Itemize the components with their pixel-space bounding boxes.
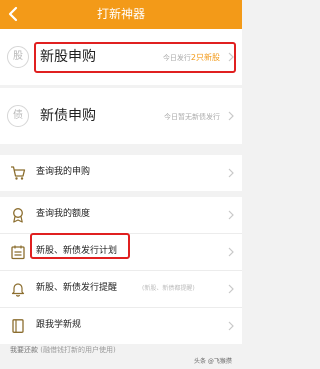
learn-rules-row[interactable]: 跟我学新规: [0, 308, 242, 344]
chevron-right-icon: [228, 321, 234, 331]
calendar-icon: [11, 245, 25, 260]
chevron-right-icon: [228, 247, 234, 257]
highlight-box-new-stock: [34, 42, 236, 73]
bond-icon: 债: [7, 105, 29, 127]
new-bond-subscription-row[interactable]: 债 新债申购 今日暂无新债发行: [0, 88, 242, 144]
query-my-subscriptions-row[interactable]: 查询我的申购: [0, 155, 242, 191]
watermark: 头条 @飞猴攒: [194, 358, 232, 365]
top-bar: 打新神器: [0, 0, 242, 29]
medal-icon: [13, 208, 23, 223]
learn-rules-label: 跟我学新规: [36, 320, 82, 330]
chevron-right-icon: [228, 284, 234, 294]
chevron-right-icon: [228, 210, 234, 220]
cart-icon: [11, 166, 26, 180]
issue-reminder-note: (新股、新债都提醒): [142, 285, 195, 292]
new-bond-subscription-label: 新债申购: [40, 108, 96, 124]
book-icon: [12, 319, 24, 333]
chevron-right-icon: [228, 168, 234, 178]
page-title: 打新神器: [96, 7, 145, 21]
bell-icon: [11, 283, 25, 297]
issue-reminder-row[interactable]: 新股、新债发行提醒 (新股、新债都提醒): [0, 271, 242, 307]
highlight-box-issue-plan: [30, 233, 130, 259]
stock-icon: 股: [7, 46, 29, 68]
repayment-link[interactable]: 我要还款 (融借钱打新的用户使用): [10, 344, 116, 356]
issue-reminder-label: 新股、新债发行提醒: [36, 283, 118, 293]
query-my-quota-row[interactable]: 查询我的额度: [0, 197, 242, 233]
query-my-quota-label: 查询我的额度: [36, 209, 91, 219]
chevron-right-icon: [228, 111, 234, 121]
repayment-label: 我要还款: [10, 346, 38, 354]
new-bond-hint: 今日暂无新债发行: [164, 113, 220, 121]
repayment-note: (融借钱打新的用户使用): [40, 346, 116, 354]
query-my-subscriptions-label: 查询我的申购: [36, 167, 91, 177]
